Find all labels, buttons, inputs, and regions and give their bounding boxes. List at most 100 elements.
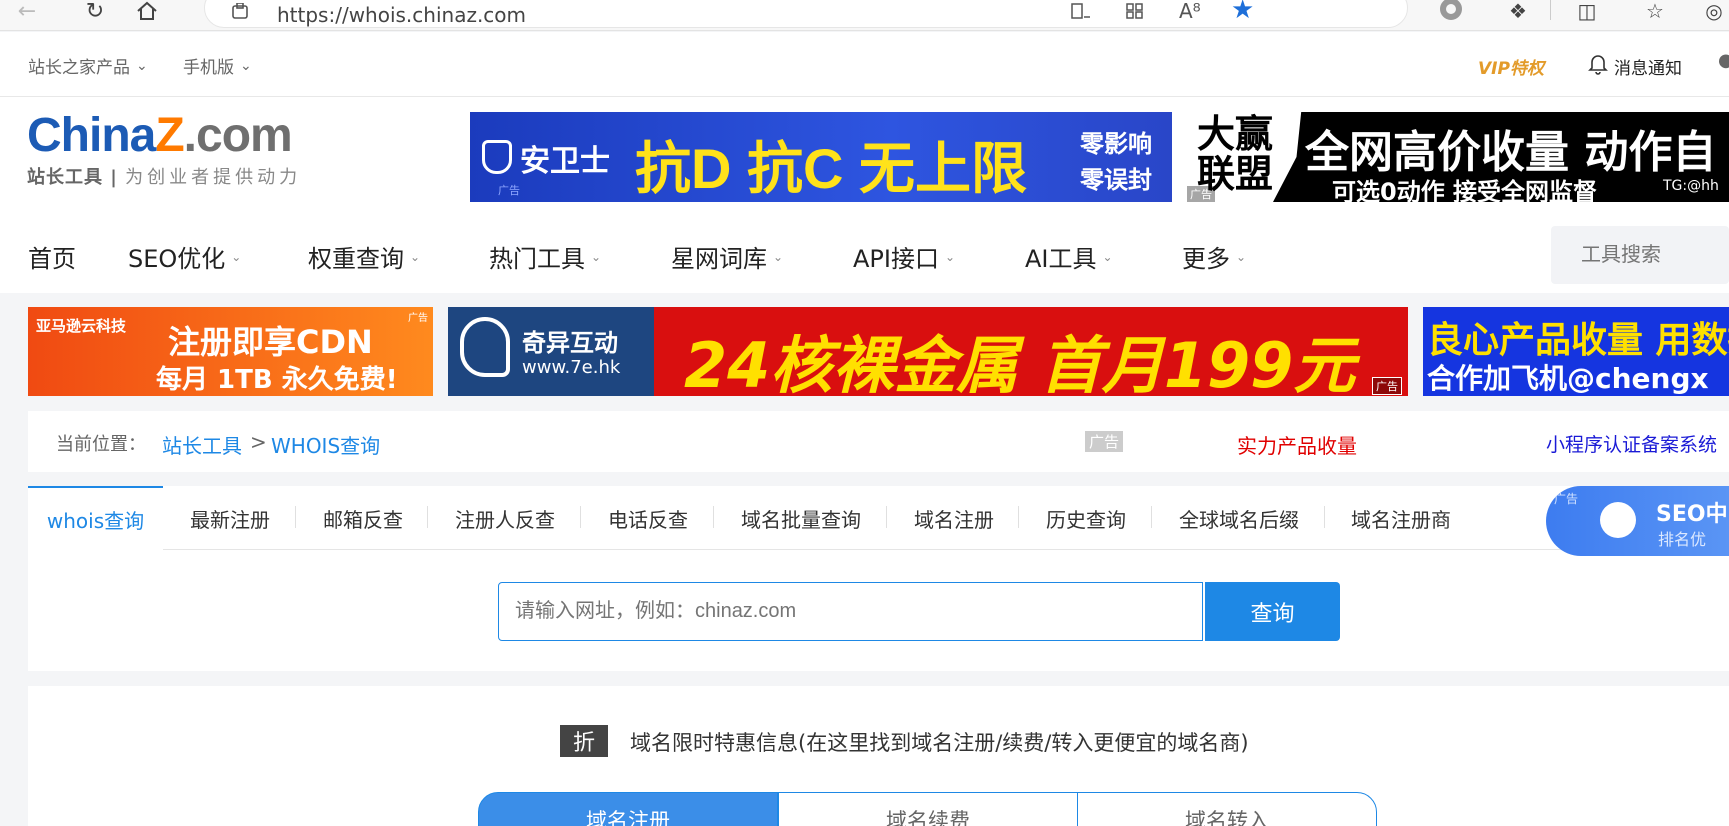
nav-more[interactable]: 更多 ⌄ (1182, 239, 1246, 274)
nav-ai-tools[interactable]: AI工具 ⌄ (1025, 239, 1113, 274)
breadcrumb-prefix: 当前位置： (56, 434, 146, 455)
favorites-list-icon[interactable]: ☆ (1640, 0, 1670, 23)
ad-link-miniprogram[interactable]: 小程序认证备案系统 (1546, 430, 1717, 457)
ad-site: www.7e.hk (522, 357, 621, 378)
chevron-down-icon: ⌄ (773, 249, 784, 264)
ad-note: 零影响 (1080, 130, 1152, 158)
copilot-icon[interactable]: ◎ (1699, 0, 1729, 23)
nav-keywords[interactable]: 星网词库 ⌄ (671, 239, 783, 274)
tab-domain-register[interactable]: 域名注册 (914, 486, 994, 550)
discount-badge: 折 (560, 725, 608, 757)
profile-icon[interactable] (1440, 0, 1462, 20)
main-nav: 首页 SEO优化 ⌄ 权重查询 ⌄ 热门工具 ⌄ 星网词库 ⌄ API接口 ⌄ AI工具 ⌄… (0, 226, 1729, 293)
reading-view-icon[interactable] (1071, 3, 1091, 23)
ad-label: 广告 (1187, 186, 1215, 202)
tab-registrant-reverse[interactable]: 注册人反查 (455, 486, 555, 550)
logo-wordmark: ChinaZ.com (27, 109, 293, 162)
bubble-icon (460, 317, 510, 377)
nav-home[interactable]: 首页 (28, 239, 76, 274)
ad-slogan: 抗D 抗C 无上限 (635, 137, 1027, 200)
ad-line: 全网高价收量 动作自 (1305, 127, 1717, 178)
nav-api[interactable]: API接口 ⌄ (853, 239, 955, 274)
ad-line: 合作加飞机@chengx (1427, 362, 1709, 395)
browser-toolbar: ← ↻ https://whois.chinaz.com A⁸ ★ ❖ ◫ ☆ … (0, 0, 1729, 31)
ad-tg: TG:@hh (1663, 178, 1719, 194)
tab-batch-query[interactable]: 域名批量查询 (741, 486, 861, 550)
logo-tagline: 站长工具 | 为创业者提供动力 (27, 167, 302, 188)
tab-email-reverse[interactable]: 邮箱反查 (323, 486, 403, 550)
tab-divider (1151, 506, 1152, 528)
tool-search-box[interactable] (1551, 226, 1729, 284)
apps-icon[interactable] (1125, 3, 1145, 23)
nav-seo[interactable]: SEO优化 ⌄ (128, 239, 241, 274)
split-screen-icon[interactable]: ◫ (1572, 0, 1602, 23)
ad-line: 良心产品收量 用数据 (1427, 320, 1729, 361)
breadcrumb-root-link[interactable]: 站长工具 (162, 430, 242, 459)
tab-whois[interactable]: whois查询 (28, 486, 163, 551)
url-text[interactable]: https://whois.chinaz.com (277, 3, 526, 27)
mobile-menu[interactable]: 手机版 ⌄ (183, 53, 252, 79)
notify-link[interactable]: 消息通知 (1588, 53, 1682, 80)
ad-link-product[interactable]: 实力产品收量 (1237, 430, 1357, 459)
promo-tab-transfer[interactable]: 域名转入 (1077, 792, 1377, 826)
vip-link[interactable]: VIP特权 (1478, 54, 1544, 79)
address-bar[interactable]: https://whois.chinaz.com A⁸ ★ (204, 0, 1408, 28)
ad-banner-anweishi[interactable]: 安卫士 抗D 抗C 无上限 零影响 零误封 广告 (470, 112, 1172, 202)
ad-banner-daying[interactable]: 大赢 联盟 全网高价收量 动作自 可选0动作 接受全网监督 TG:@hh 广告 (1187, 112, 1729, 202)
chevron-down-icon: ⌄ (1236, 249, 1247, 264)
tracking-icon[interactable] (231, 2, 249, 23)
ad-tag: 亚马逊云科技 (36, 317, 127, 335)
site-logo[interactable]: ChinaZ.com 站长工具 | 为创业者提供动力 (27, 108, 332, 198)
chevron-down-icon: ⌄ (591, 249, 602, 264)
side-ad-seo[interactable]: 广告 SEO中 排名优 (1546, 486, 1729, 556)
promo-tab-register[interactable]: 域名注册 (478, 792, 778, 826)
read-aloud-icon[interactable]: A⁸ (1179, 0, 1201, 23)
ad-label: 广告 (1554, 492, 1579, 506)
ad-note: 零误封 (1080, 166, 1152, 194)
tab-phone-reverse[interactable]: 电话反查 (608, 486, 688, 550)
refresh-icon[interactable]: ↻ (80, 0, 110, 24)
tab-latest-register[interactable]: 最新注册 (190, 486, 270, 550)
back-icon[interactable]: ← (12, 0, 42, 24)
home-icon[interactable] (132, 0, 162, 22)
tool-search-input[interactable] (1551, 226, 1729, 284)
ad-banner-aws[interactable]: 亚马逊云科技 注册即享CDN 每月 1TB 永久免费! 广告 (28, 307, 433, 396)
breadcrumb-current: WHOIS查询 (271, 434, 381, 458)
chevron-down-icon: ⌄ (136, 57, 148, 74)
ad-label: 广告 (1085, 431, 1124, 452)
notify-label: 消息通知 (1614, 59, 1682, 79)
tab-divider (713, 506, 714, 528)
domain-input[interactable] (499, 583, 1202, 640)
chevron-down-icon: ⌄ (944, 249, 956, 264)
products-menu[interactable]: 站长之家产品 ⌄ (28, 53, 148, 79)
tab-divider (1018, 506, 1019, 528)
ad-brand: 奇异互动 (522, 329, 618, 357)
extensions-icon[interactable]: ❖ (1503, 0, 1533, 23)
ad-label: 广告 (498, 184, 520, 197)
ad-brand: 大赢 联盟 (1197, 112, 1274, 196)
tab-divider (1324, 506, 1325, 528)
toolbar-divider (1550, 0, 1551, 20)
ad-banner-7e[interactable]: 奇异互动 www.7e.hk 24核裸金属 首月199元 广告 (448, 307, 1408, 396)
ad-banner-liangxin[interactable]: 良心产品收量 用数据 合作加飞机@chengx (1423, 307, 1729, 396)
tab-divider (295, 506, 296, 528)
tab-registrar[interactable]: 域名注册商 (1351, 486, 1451, 550)
nav-weight[interactable]: 权重查询 ⌄ (308, 239, 420, 274)
ad-line: 每月 1TB 永久免费! (156, 365, 398, 395)
products-label: 站长之家产品 (28, 58, 130, 78)
whois-search-field[interactable] (498, 582, 1203, 641)
site-topbar: 站长之家产品 ⌄ 手机版 ⌄ VIP特权 消息通知 ● (0, 32, 1729, 97)
nav-hot-tools[interactable]: 热门工具 ⌄ (489, 239, 601, 274)
user-icon[interactable]: ● (1718, 50, 1729, 71)
chevron-down-icon: ⌄ (1102, 249, 1113, 264)
tab-divider (886, 506, 887, 528)
promo-tab-renew[interactable]: 域名续费 (778, 792, 1078, 826)
tab-bar (28, 486, 1729, 550)
tab-global-suffix[interactable]: 全球域名后缀 (1179, 486, 1299, 550)
ad-line: 24核裸金属 首月199元 (684, 329, 1356, 396)
ad-line: 注册即享CDN (168, 323, 373, 361)
favorite-star-icon[interactable]: ★ (1231, 0, 1254, 25)
side-ad-title: SEO中 (1656, 502, 1728, 527)
tab-history[interactable]: 历史查询 (1046, 486, 1126, 550)
query-button[interactable]: 查询 (1205, 582, 1340, 641)
